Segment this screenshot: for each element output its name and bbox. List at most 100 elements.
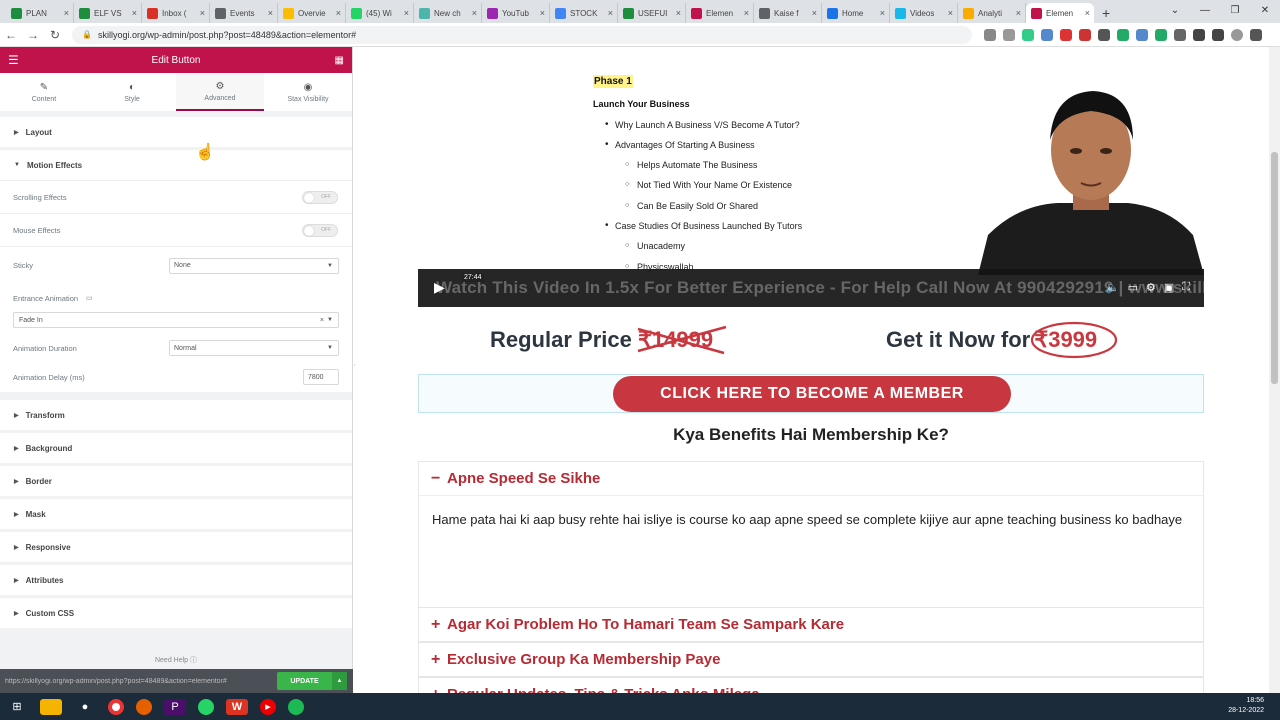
close-tab-icon[interactable]: × bbox=[200, 8, 205, 18]
browser-tab[interactable]: Overvie × bbox=[278, 3, 346, 23]
maximize-button[interactable]: ❐ bbox=[1220, 0, 1250, 22]
sidebar-icon[interactable] bbox=[1212, 28, 1224, 41]
windows-start-icon[interactable]: ⊞ bbox=[6, 699, 28, 715]
reload-button[interactable]: ↻ bbox=[44, 28, 66, 42]
browser-tab[interactable]: Inbox (× bbox=[142, 3, 210, 23]
close-tab-icon[interactable]: × bbox=[268, 8, 273, 18]
miniplayer-icon[interactable]: ▣ bbox=[1164, 281, 1174, 294]
section-border[interactable]: ▶ Border bbox=[0, 466, 352, 496]
captions-icon[interactable]: ▭ bbox=[1128, 281, 1138, 294]
monitor-icon[interactable]: ▭ bbox=[86, 294, 93, 302]
browser-tab[interactable]: ELF VS × bbox=[74, 3, 142, 23]
close-tab-icon[interactable]: × bbox=[132, 8, 137, 18]
browser-tab[interactable]: (45) Wi × bbox=[346, 3, 414, 23]
browser-tab[interactable]: Home × bbox=[822, 3, 890, 23]
close-tab-icon[interactable]: × bbox=[1085, 8, 1090, 18]
accordion-header[interactable]: + Regular Updates, Tips & Tricks Apko Mil… bbox=[419, 678, 1203, 694]
canvas-scrollbar[interactable] bbox=[1269, 47, 1280, 693]
close-tab-icon[interactable]: × bbox=[812, 8, 817, 18]
forward-button[interactable]: → bbox=[22, 28, 44, 42]
accordion-header[interactable]: + Exclusive Group Ka Membership Paye bbox=[419, 643, 1203, 676]
section-custom-css[interactable]: ▶ Custom CSS bbox=[0, 598, 352, 628]
new-tab-button[interactable]: + bbox=[1102, 3, 1110, 23]
section-mask[interactable]: ▶ Mask bbox=[0, 499, 352, 529]
tab-style[interactable]: ◐ Style bbox=[88, 73, 176, 111]
premiere-icon[interactable]: P bbox=[164, 698, 186, 715]
browser-tab[interactable]: Videos × bbox=[890, 3, 958, 23]
update-button[interactable]: UPDATE bbox=[277, 672, 332, 690]
section-layout[interactable]: ▶ Layout bbox=[0, 117, 352, 147]
media-player-icon[interactable]: ▸ bbox=[260, 698, 276, 715]
clear-icon[interactable]: × bbox=[320, 317, 324, 324]
scrollbar-thumb[interactable] bbox=[1271, 152, 1278, 384]
play-icon[interactable]: ▶ bbox=[434, 279, 445, 296]
tab-stax-visibility[interactable]: ◉ Stax Visibility bbox=[264, 73, 352, 111]
tab-advanced[interactable]: ⚙ Advanced bbox=[176, 73, 264, 111]
close-tab-icon[interactable]: × bbox=[540, 8, 545, 18]
close-tab-icon[interactable]: × bbox=[404, 8, 409, 18]
extension-icon[interactable] bbox=[1117, 28, 1129, 41]
sticky-select[interactable]: None ▼ bbox=[169, 257, 339, 274]
browser-tab[interactable]: USEFUI × bbox=[618, 3, 686, 23]
close-tab-icon[interactable]: × bbox=[472, 8, 477, 18]
share-icon[interactable] bbox=[984, 28, 996, 41]
close-tab-icon[interactable]: × bbox=[676, 8, 681, 18]
extension-icon[interactable] bbox=[1060, 28, 1072, 41]
browser-tab[interactable]: Analyti × bbox=[958, 3, 1026, 23]
extension-icon[interactable] bbox=[1079, 28, 1091, 41]
section-transform[interactable]: ▶ Transform bbox=[0, 400, 352, 430]
extension-icon[interactable] bbox=[1041, 28, 1053, 41]
close-tab-icon[interactable]: × bbox=[1016, 8, 1021, 18]
accordion-header[interactable]: − Apne Speed Se Sikhe bbox=[419, 462, 1203, 495]
camera-app-icon[interactable]: ● bbox=[74, 699, 96, 715]
browser-tab[interactable]: New ch × bbox=[414, 3, 482, 23]
become-member-button[interactable]: CLICK HERE TO BECOME A MEMBER bbox=[613, 376, 1011, 412]
scrolling-effects-toggle[interactable]: OFF bbox=[302, 190, 338, 204]
expand-tabs-icon[interactable]: ⌄ bbox=[1160, 0, 1190, 22]
puzzle-icon[interactable] bbox=[1193, 28, 1205, 41]
need-help-link[interactable]: Need Help ⓘ bbox=[0, 655, 352, 665]
accordion-header[interactable]: + Agar Koi Problem Ho To Hamari Team Se S… bbox=[419, 608, 1203, 641]
url-field[interactable]: 🔒 skillyogi.org/wp-admin/post.php?post=4… bbox=[72, 25, 972, 44]
hamburger-icon[interactable]: ☰ bbox=[8, 53, 19, 67]
browser-tab[interactable]: YouTub × bbox=[482, 3, 550, 23]
chrome-icon[interactable] bbox=[108, 698, 124, 715]
whatsapp-icon[interactable] bbox=[198, 698, 214, 715]
tab-content[interactable]: ✎ Content bbox=[0, 73, 88, 111]
extension-icon[interactable] bbox=[1155, 28, 1167, 41]
minimize-button[interactable]: — bbox=[1190, 0, 1220, 22]
motion-effects-header[interactable]: ▼ Motion Effects bbox=[0, 150, 352, 180]
browser-tab[interactable]: PLAN × bbox=[6, 3, 74, 23]
section-attributes[interactable]: ▶ Attributes bbox=[0, 565, 352, 595]
animation-delay-input[interactable]: 7800 bbox=[303, 369, 339, 385]
close-tab-icon[interactable]: × bbox=[64, 8, 69, 18]
volume-icon[interactable]: 🔈 bbox=[1106, 281, 1120, 294]
animation-duration-select[interactable]: Normal ▼ bbox=[169, 340, 339, 356]
browser-tab[interactable]: Elemen × bbox=[686, 3, 754, 23]
kebab-menu-icon[interactable] bbox=[1250, 28, 1262, 41]
settings-gear-icon[interactable]: ⚙ bbox=[1146, 281, 1156, 294]
close-tab-icon[interactable]: × bbox=[880, 8, 885, 18]
section-background[interactable]: ▶ Background bbox=[0, 433, 352, 463]
close-window-button[interactable]: ✕ bbox=[1250, 0, 1280, 22]
video-player[interactable]: Phase 1 Launch Your Business Why Launch … bbox=[418, 47, 1204, 307]
extension-icon[interactable] bbox=[1174, 28, 1186, 41]
system-clock[interactable]: 18:56 28-12-2022 bbox=[1228, 696, 1264, 716]
browser-tab[interactable]: Elemen × bbox=[1026, 3, 1094, 23]
bookmark-star-icon[interactable] bbox=[1003, 28, 1015, 41]
browser-tab[interactable]: Kaise f × bbox=[754, 3, 822, 23]
wps-icon[interactable]: W bbox=[226, 698, 248, 715]
extension-icon[interactable] bbox=[1022, 28, 1034, 41]
back-button[interactable]: ← bbox=[0, 28, 22, 42]
spotify-icon[interactable] bbox=[288, 698, 304, 715]
profile-avatar[interactable] bbox=[1231, 28, 1243, 41]
section-responsive[interactable]: ▶ Responsive bbox=[0, 532, 352, 562]
firefox-icon[interactable] bbox=[136, 698, 152, 715]
entrance-animation-select[interactable]: Fade In × ▼ bbox=[13, 312, 339, 328]
extension-icon[interactable] bbox=[1136, 28, 1148, 41]
close-tab-icon[interactable]: × bbox=[608, 8, 613, 18]
close-tab-icon[interactable]: × bbox=[948, 8, 953, 18]
extension-icon[interactable] bbox=[1098, 28, 1110, 41]
browser-tab[interactable]: STOCK × bbox=[550, 3, 618, 23]
close-tab-icon[interactable]: × bbox=[336, 8, 341, 18]
